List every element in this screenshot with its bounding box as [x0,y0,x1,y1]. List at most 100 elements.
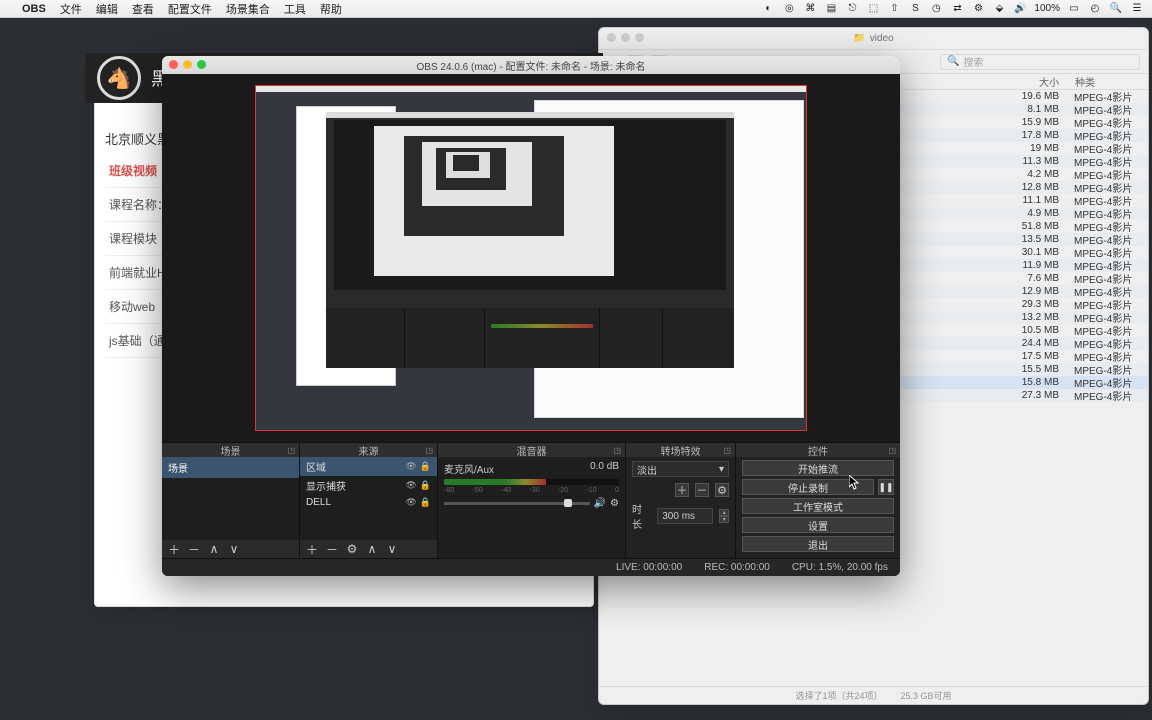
volume-icon[interactable]: 🔊 [1013,2,1027,16]
status-icon[interactable]: ⇄ [950,2,964,16]
lock-icon[interactable]: 🔒 [420,461,431,472]
obs-title-text: OBS 24.0.6 (mac) - 配置文件: 未命名 - 场景: 未命名 [417,58,646,73]
menu-app[interactable]: OBS [22,3,46,15]
col-size[interactable]: 大小 [909,74,1069,89]
preview-frame[interactable] [255,85,807,431]
gear-icon[interactable]: ⚙ [715,483,729,497]
battery-percent: 100% [1034,3,1060,14]
scenes-panel: ◳场景 场景 ＋ － ∧ ∨ [162,443,300,558]
popout-icon[interactable]: ◳ [287,446,295,455]
status-icon[interactable]: ⬚ [866,2,880,16]
exit-button[interactable]: 退出 [742,536,894,552]
close-button[interactable] [169,60,178,69]
duration-input[interactable]: 300 ms [657,508,713,524]
studio-mode-button[interactable]: 工作室模式 [742,498,894,514]
mixer-track: 麦克风/Aux 0.0 dB -60-50-40-30-20-100 🔊 ⚙ [438,457,625,513]
transitions-panel: ◳ 转场特效 淡出▾ ＋ － ⚙ 时长 300 ms ▴▾ [626,443,736,558]
eye-icon[interactable]: 👁 [405,480,416,491]
eye-icon[interactable]: 👁 [405,497,416,508]
mouse-cursor [849,475,861,491]
obs-titlebar[interactable]: OBS 24.0.6 (mac) - 配置文件: 未命名 - 场景: 未命名 [162,56,900,74]
move-down-icon[interactable]: ∨ [386,543,398,555]
eye-icon[interactable]: 👁 [405,461,416,472]
menu-edit[interactable]: 编辑 [96,1,118,17]
transition-select[interactable]: 淡出▾ [632,461,729,477]
folder-icon: 📁 [853,33,865,44]
wifi-icon[interactable]: ⬙ [992,2,1006,16]
menu-profile[interactable]: 配置文件 [168,1,212,17]
mixer-panel: ◳ 混音器 麦克风/Aux 0.0 dB -60-50-40-30-20-100 … [438,443,626,558]
status-icon[interactable]: ◷ [929,2,943,16]
status-icon[interactable]: S [908,2,922,16]
start-stream-button[interactable]: 开始推流 [742,460,894,476]
obs-statusbar: LIVE: 00:00:00 REC: 00:00:00 CPU: 1.5%, … [162,558,900,576]
volume-slider[interactable] [444,502,590,505]
remove-icon[interactable]: － [695,483,709,497]
source-item[interactable]: 显示捕获👁🔒 [300,476,437,495]
menu-tools[interactable]: 工具 [284,1,306,17]
minimize-button[interactable] [183,60,192,69]
duration-stepper[interactable]: ▴▾ [719,509,729,523]
move-down-icon[interactable]: ∨ [228,543,240,555]
settings-button[interactable]: 设置 [742,517,894,533]
source-item[interactable]: 区域👁🔒 [300,457,437,476]
obs-window[interactable]: OBS 24.0.6 (mac) - 配置文件: 未命名 - 场景: 未命名 [162,56,900,576]
menu-help[interactable]: 帮助 [320,1,342,17]
search-placeholder: 搜索 [963,54,983,69]
footer-free: 25.3 GB可用 [901,689,952,702]
remove-icon[interactable]: － [188,543,200,555]
finder-footer: 选择了1项（共24项） 25.3 GB可用 [599,686,1148,704]
site-logo: 🐴 [97,56,141,100]
finder-title: video [870,33,894,44]
duration-label: 时长 [632,501,651,531]
gear-icon[interactable]: ⚙ [610,498,619,509]
add-icon[interactable]: ＋ [675,483,689,497]
move-up-icon[interactable]: ∧ [366,543,378,555]
status-icon[interactable]: ⎋ [845,2,859,16]
status-cpu: CPU: 1.5%, 20.00 fps [792,562,888,573]
zoom-button[interactable] [197,60,206,69]
clock-icon[interactable]: ◴ [1088,2,1102,16]
add-icon[interactable]: ＋ [306,543,318,555]
popout-icon[interactable]: ◳ [613,446,621,455]
status-icon[interactable]: ⌘ [803,2,817,16]
pause-button[interactable]: ❚❚ [878,479,894,495]
lock-icon[interactable]: 🔒 [420,497,431,508]
status-icon[interactable]: ⚙ [971,2,985,16]
menu-file[interactable]: 文件 [60,1,82,17]
lock-icon[interactable]: 🔒 [420,480,431,491]
status-rec: REC: 00:00:00 [704,562,770,573]
status-icon[interactable]: ▤ [824,2,838,16]
audio-meter [444,479,619,485]
obs-panels: ◳场景 场景 ＋ － ∧ ∨ ◳来源 区域👁🔒 显示捕获👁🔒 DELL👁🔒 ＋ … [162,442,900,558]
obs-preview[interactable] [162,74,900,442]
status-icon[interactable]: ◐ [761,2,775,16]
speaker-icon[interactable]: 🔊 [594,498,606,509]
panel-title: 控件 [808,443,828,458]
remove-icon[interactable]: － [326,543,338,555]
panel-title: 混音器 [517,443,547,458]
status-icon[interactable]: ◎ [782,2,796,16]
battery-icon: ▭ [1067,2,1081,16]
popout-icon[interactable]: ◳ [723,446,731,455]
menu-scene-collection[interactable]: 场景集合 [226,1,270,17]
mac-menubar: OBS 文件 编辑 查看 配置文件 场景集合 工具 帮助 ◐ ◎ ⌘ ▤ ⎋ ⬚… [0,0,1152,18]
menu-icon[interactable]: ☰ [1130,2,1144,16]
controls-panel: ◳控件 开始推流 停止录制 ❚❚ 工作室模式 设置 退出 [736,443,900,558]
panel-title: 来源 [359,443,379,458]
panel-title: 转场特效 [661,443,701,458]
search-icon[interactable]: 🔍 [1109,2,1123,16]
menu-view[interactable]: 查看 [132,1,154,17]
add-icon[interactable]: ＋ [168,543,180,555]
move-up-icon[interactable]: ∧ [208,543,220,555]
popout-icon[interactable]: ◳ [425,446,433,455]
footer-selection: 选择了1项（共24项） [795,689,882,702]
scene-item[interactable]: 场景 [162,457,299,478]
popout-icon[interactable]: ◳ [888,446,896,455]
status-icon[interactable]: ⇧ [887,2,901,16]
col-kind[interactable]: 种类 [1069,74,1148,89]
finder-titlebar[interactable]: 📁 video [599,28,1148,50]
finder-search[interactable]: 🔍 搜索 [940,54,1140,70]
gear-icon[interactable]: ⚙ [346,543,358,555]
source-item[interactable]: DELL👁🔒 [300,495,437,510]
